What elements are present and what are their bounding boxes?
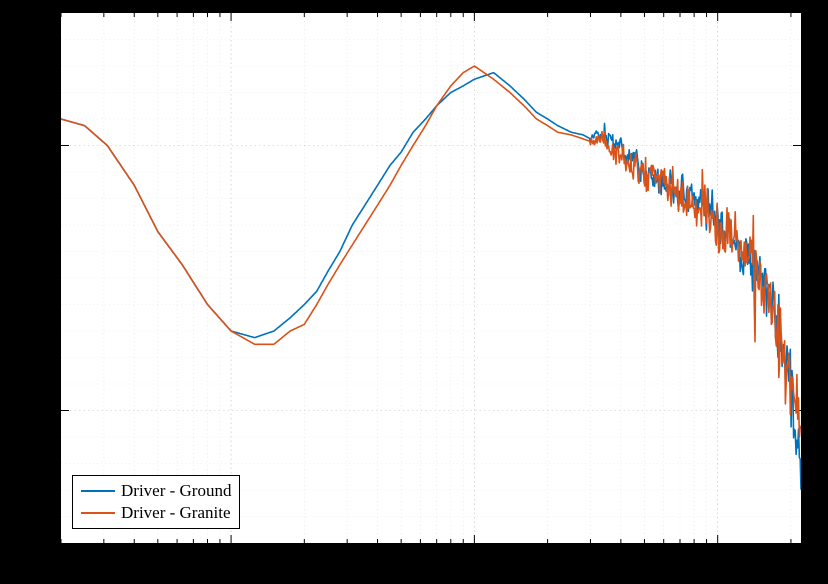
plot-area	[60, 12, 802, 544]
chart-container: Driver - Ground Driver - Granite	[0, 0, 828, 584]
legend-entry-1: Driver - Granite	[81, 502, 231, 524]
legend: Driver - Ground Driver - Granite	[72, 475, 240, 529]
legend-label-1: Driver - Granite	[121, 502, 231, 524]
legend-swatch-0	[81, 490, 115, 492]
legend-label-0: Driver - Ground	[121, 480, 231, 502]
legend-swatch-1	[81, 512, 115, 514]
legend-entry-0: Driver - Ground	[81, 480, 231, 502]
chart-svg	[61, 13, 801, 543]
